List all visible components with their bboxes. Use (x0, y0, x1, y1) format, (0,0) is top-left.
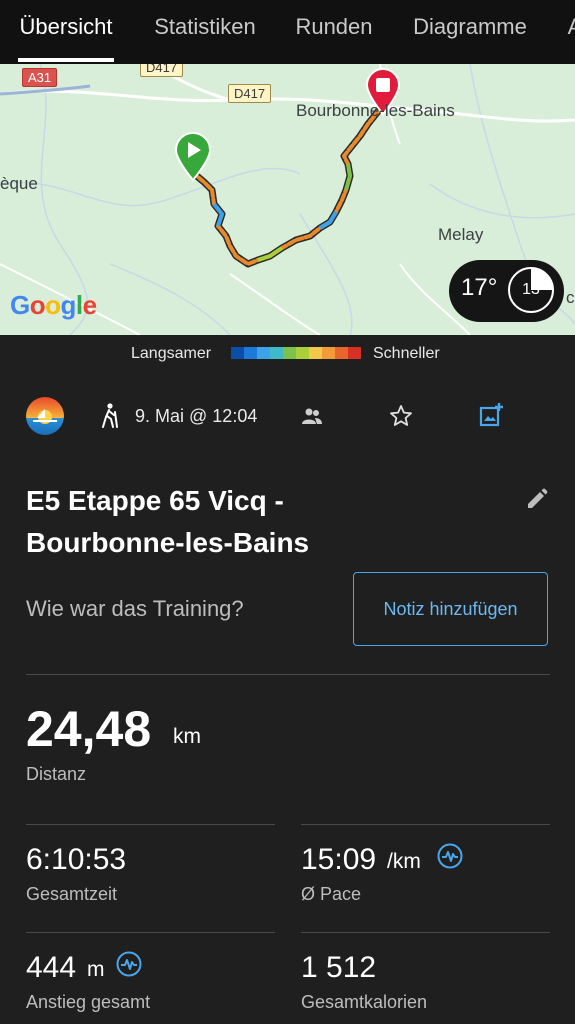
hiking-icon (102, 403, 118, 428)
divider (26, 824, 275, 825)
tab-overview[interactable]: Übersicht (14, 0, 118, 64)
map-label-bourbonne: Bourbonne-les-Bains (296, 101, 455, 120)
ascent-insight-icon[interactable] (116, 951, 142, 977)
legend-color-swatch (231, 347, 244, 359)
pace-legend: Langsamer Schneller (0, 335, 575, 375)
divider (301, 932, 550, 933)
add-photo-icon[interactable] (478, 402, 504, 428)
tab-charts[interactable]: Diagramme (405, 0, 535, 64)
ascent-value: 444 (26, 951, 77, 984)
map-label-right-edge: c (566, 288, 575, 307)
legend-color-swatch (335, 347, 348, 359)
divider (26, 674, 550, 675)
pace-label: Ø Pace (301, 884, 362, 904)
ascent-unit: m (87, 958, 105, 981)
calories-value: 1 512 (301, 951, 377, 984)
start-marker-icon (174, 132, 212, 182)
activity-meta-row: 9. Mai @ 12:04 (0, 390, 575, 444)
training-question: Wie war das Training? (26, 596, 244, 621)
legend-color-swatch (348, 347, 361, 359)
tab-more[interactable]: A (560, 0, 575, 64)
legend-color-swatch (322, 347, 335, 359)
weather-gauge-value: 13 (522, 281, 540, 298)
legend-color-swatch (283, 347, 296, 359)
activity-title-line1: E5 Etappe 65 Vicq - (26, 485, 284, 516)
activity-avatar-icon[interactable] (25, 396, 65, 436)
map-label-left-edge: èque (0, 174, 38, 193)
legend-color-bar (231, 347, 361, 359)
activity-title-line2: Bourbonne-les-Bains (26, 527, 310, 558)
distance-value: 24,48 (26, 701, 152, 757)
total-time-label: Gesamtzeit (26, 884, 118, 904)
legend-color-swatch (309, 347, 322, 359)
tab-bar: Übersicht Statistiken Runden Diagramme A (0, 0, 575, 64)
divider (26, 932, 275, 933)
activity-title: E5 Etappe 65 Vicq - Bourbonne-les-Bains (26, 480, 456, 564)
active-tab-indicator (18, 58, 114, 62)
total-time-value: 6:10:53 (26, 843, 127, 876)
distance-label: Distanz (26, 764, 87, 784)
distance-unit: km (173, 725, 201, 748)
weather-temperature: 17° (461, 274, 498, 301)
legend-color-swatch (257, 347, 270, 359)
divider (301, 824, 550, 825)
edit-pencil-icon[interactable] (524, 486, 550, 512)
people-icon[interactable] (301, 407, 323, 425)
road-badge-d417-top: D417 (140, 64, 184, 77)
legend-faster-label: Schneller (373, 345, 440, 362)
road-badge-d417: D417 (228, 84, 272, 103)
ascent-label: Anstieg gesamt (26, 992, 151, 1012)
road-badge-a31: A31 (22, 68, 58, 87)
pace-insight-icon[interactable] (437, 843, 463, 869)
google-logo: Google (10, 290, 97, 320)
weather-badge: 17° 13 (449, 260, 564, 322)
legend-color-swatch (296, 347, 309, 359)
legend-color-swatch (270, 347, 283, 359)
calories-label: Gesamtkalorien (301, 992, 428, 1012)
star-icon[interactable] (389, 404, 413, 428)
add-note-button[interactable]: Notiz hinzufügen (353, 572, 548, 646)
tab-laps[interactable]: Runden (290, 0, 378, 64)
pace-value: 15:09 (301, 843, 377, 876)
legend-color-swatch (244, 347, 257, 359)
map-label-melay: Melay (438, 225, 484, 244)
legend-slower-label: Langsamer (131, 345, 212, 362)
pace-unit: /km (387, 850, 421, 873)
activity-date: 9. Mai @ 12:04 (135, 406, 258, 426)
tab-statistics[interactable]: Statistiken (146, 0, 264, 64)
